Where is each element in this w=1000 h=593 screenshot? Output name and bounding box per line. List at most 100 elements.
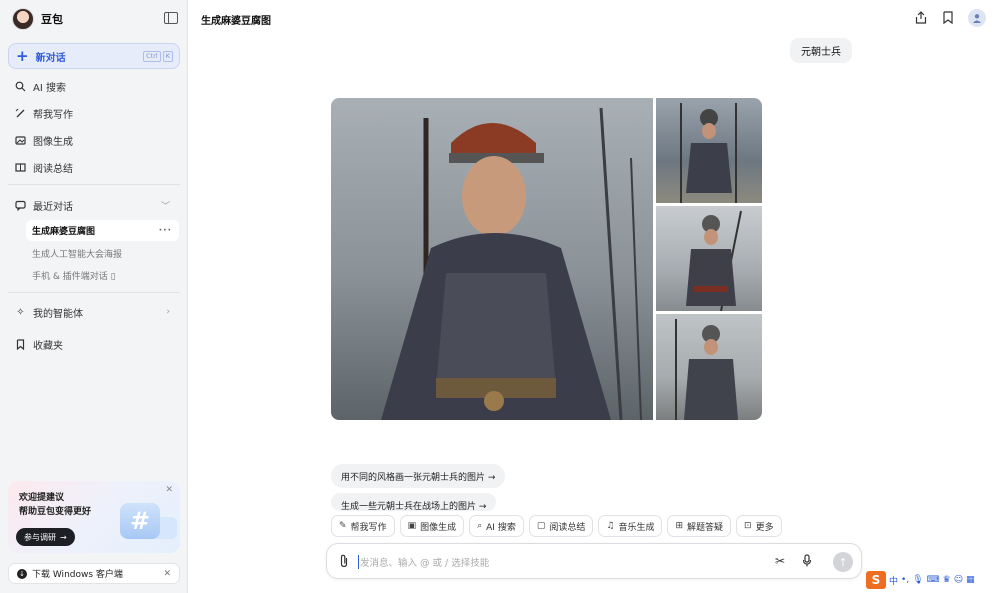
bookmark-icon [15, 338, 26, 350]
tool-ai-search-button[interactable]: ⌕ AI 搜索 [469, 515, 524, 537]
generated-image-thumbnail-1[interactable] [656, 98, 762, 203]
text-caret [358, 555, 359, 569]
download-label: 下载 Windows 客户端 [32, 570, 123, 580]
toolbox-icon[interactable]: ▦ [966, 575, 975, 585]
conversation-item[interactable]: 生成人工智能大会海报 [26, 243, 179, 264]
tool-writing-button[interactable]: ✎ 帮我写作 [331, 515, 395, 537]
page-title: 生成麻婆豆腐图 [201, 16, 271, 27]
ime-toolbar: S 中 •, 🎙 ⌨ ♛ ☺ ▦ [866, 570, 1000, 590]
suggestion-chip[interactable]: 生成一些元朝士兵在战场上的图片 → [331, 493, 497, 511]
feedback-promo-card: 欢迎提建议 帮助豆包变得更好 # 参与调研 → ✕ [8, 481, 180, 553]
nav-writing[interactable]: 帮我写作 [8, 101, 180, 125]
image-icon [15, 135, 26, 146]
conversation-title: 手机 & 插件端对话 ▯ [32, 272, 116, 282]
sogou-logo-icon[interactable]: S [866, 571, 886, 589]
nav-my-agents[interactable]: ✧ 我的智能体 › [8, 300, 180, 324]
generated-image-thumbnail-3[interactable] [656, 314, 762, 420]
close-icon[interactable]: ✕ [165, 485, 173, 495]
promo-line-1: 欢迎提建议 [19, 493, 65, 503]
tool-reading-button[interactable]: ▢ 阅读总结 [528, 515, 594, 537]
conversation-title: 生成人工智能大会海报 [32, 250, 123, 260]
generated-image-main[interactable] [331, 98, 653, 420]
nav-label: 我的智能体 [33, 308, 83, 320]
shortcut-hint: Ctrl K [143, 51, 173, 62]
book-icon [15, 162, 26, 173]
tool-label: 音乐生成 [618, 522, 655, 533]
skin-icon[interactable]: ♛ [943, 575, 951, 585]
ime-microphone-icon[interactable]: 🎙 [912, 575, 923, 585]
chat-bubble-icon [15, 200, 26, 211]
pen-icon: ✎ [339, 521, 347, 531]
nav-label: 收藏夹 [33, 340, 63, 352]
promo-text: 欢迎提建议 帮助豆包变得更好 [19, 491, 91, 519]
survey-button[interactable]: 参与调研 → [16, 528, 75, 546]
download-icon: ↓ [17, 568, 27, 579]
tool-label: 图像生成 [420, 522, 457, 533]
nav-reading[interactable]: 阅读总结 [8, 155, 180, 179]
brand-name: 豆包 [41, 13, 63, 26]
plus-icon: + [16, 46, 29, 65]
nav-label: 帮我写作 [33, 109, 73, 121]
download-client-bar[interactable]: ↓ 下载 Windows 客户端 ✕ [8, 563, 180, 584]
grid-icon: ⊡ [744, 521, 752, 531]
search-icon: ⌕ [477, 521, 483, 531]
suggestion-chip[interactable]: 用不同的风格画一张元朝士兵的图片 → [331, 464, 506, 488]
nav-image-gen[interactable]: 图像生成 [8, 128, 180, 152]
arrow-right-icon: → [60, 532, 67, 542]
bookmark-add-icon[interactable] [941, 10, 955, 24]
chevron-right-icon: › [166, 307, 170, 317]
user-message: 元朝士兵 [790, 38, 852, 63]
generated-image-thumbnail-2[interactable] [656, 206, 762, 311]
tool-image-gen-button[interactable]: ▣ 图像生成 [399, 515, 465, 537]
conversation-item[interactable]: 手机 & 插件端对话 ▯ [26, 265, 179, 286]
generated-image-gallery [331, 98, 762, 420]
tool-label: 更多 [755, 522, 774, 533]
microphone-icon[interactable] [802, 554, 812, 570]
tool-label: AI 搜索 [486, 522, 516, 533]
book-icon: ▢ [536, 521, 546, 531]
message-composer[interactable]: 发消息、输入 @ 或 / 选择技能 ✂ ↑ [326, 543, 862, 579]
divider [8, 292, 180, 293]
conversation-item-active[interactable]: 生成麻婆豆腐图 ··· [26, 220, 179, 241]
nav-label: 阅读总结 [33, 163, 73, 175]
user-avatar[interactable] [968, 9, 986, 27]
search-icon [15, 81, 26, 92]
sparkle-icon: ✧ [16, 306, 25, 318]
close-icon[interactable]: ✕ [163, 569, 171, 579]
scissors-icon[interactable]: ✂ [775, 554, 785, 568]
more-options-icon[interactable]: ··· [159, 226, 172, 236]
nav-ai-search[interactable]: AI 搜索 [8, 74, 180, 98]
image-icon: ▣ [407, 521, 417, 531]
ime-language-toggle[interactable]: 中 [889, 574, 898, 587]
new-chat-button[interactable]: + 新对话 Ctrl K [8, 43, 180, 69]
shortcut-key-ctrl: Ctrl [143, 51, 161, 62]
recent-conversations-header[interactable]: 最近对话 ﹀ [8, 193, 180, 217]
pen-icon [15, 108, 26, 119]
send-button[interactable]: ↑ [833, 552, 853, 572]
message-input-placeholder[interactable]: 发消息、输入 @ 或 / 选择技能 [360, 555, 489, 569]
chevron-down-icon: ﹀ [160, 201, 170, 212]
tool-solve-button[interactable]: ⊞ 解题答疑 [667, 515, 732, 537]
sidebar: 豆包 + 新对话 Ctrl K AI 搜索 帮我写作 图像生成 阅读总结 最近对… [0, 0, 188, 593]
music-icon: ♫ [606, 521, 615, 531]
nav-favorites[interactable]: 收藏夹 [8, 332, 180, 356]
tool-more-button[interactable]: ⊡ 更多 [736, 515, 782, 537]
tool-label: 解题答疑 [687, 522, 724, 533]
tool-label: 帮我写作 [350, 522, 387, 533]
emoji-icon[interactable]: ☺ [954, 575, 963, 585]
sidebar-collapse-icon[interactable] [164, 12, 178, 24]
conversation-title: 生成麻婆豆腐图 [32, 227, 96, 237]
attachment-icon[interactable] [339, 554, 349, 571]
new-chat-label: 新对话 [35, 52, 66, 64]
survey-button-label: 参与调研 [24, 532, 56, 542]
nav-label: AI 搜索 [33, 82, 66, 94]
divider [8, 184, 180, 185]
skill-toolbar: ✎ 帮我写作 ▣ 图像生成 ⌕ AI 搜索 ▢ 阅读总结 ♫ 音乐生成 ⊞ 解题答疑 ⊡ 更多 [331, 515, 782, 537]
keyboard-icon[interactable]: ⌨ [927, 575, 940, 585]
tool-music-gen-button[interactable]: ♫ 音乐生成 [598, 515, 663, 537]
share-icon[interactable] [914, 10, 928, 24]
brand[interactable]: 豆包 [12, 8, 63, 30]
punctuation-icon[interactable]: •, [901, 575, 909, 585]
nav-label: 图像生成 [33, 136, 73, 148]
tool-label: 阅读总结 [549, 522, 586, 533]
